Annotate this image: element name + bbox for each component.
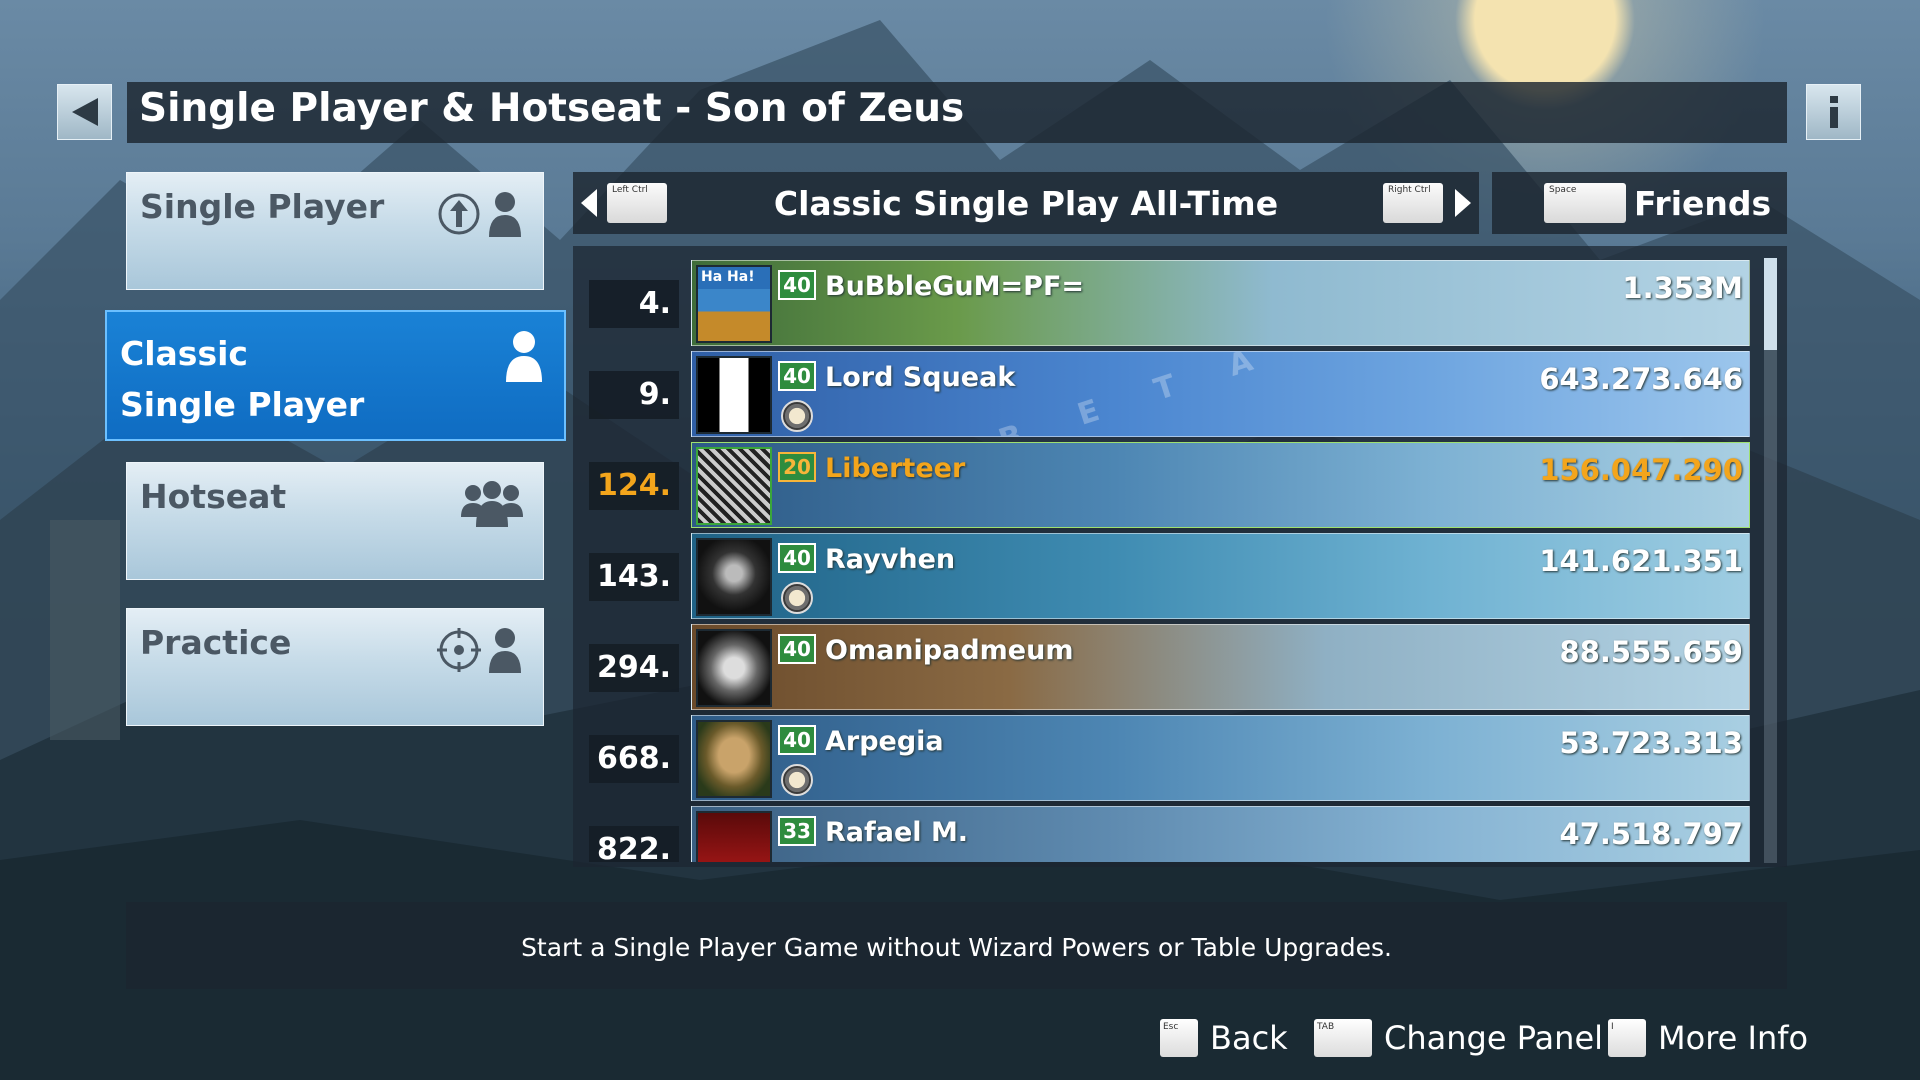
- level-badge: 40: [778, 270, 816, 300]
- leaderboard-row[interactable]: 822. 33 Rafael M. 47.518.797: [589, 806, 1750, 862]
- mode-description: Start a Single Player Game without Wizar…: [521, 933, 1392, 962]
- player-icon: [489, 628, 521, 673]
- menu-item-label-line1: Classic: [120, 334, 248, 373]
- level-badge: 20: [778, 452, 816, 482]
- row-entry: 40 Lord Squeak BETA 643.273.646: [691, 351, 1750, 437]
- leaderboard-row[interactable]: 668. 40 Arpegia 53.723.313: [589, 715, 1750, 801]
- menu-item-label: Classic Single Player: [120, 328, 364, 430]
- leaderboard-scrollbar[interactable]: [1764, 258, 1777, 863]
- leaderboard-header: Left Ctrl Classic Single Play All-Time R…: [573, 172, 1479, 234]
- player-name: Lord Squeak: [825, 362, 1016, 393]
- rank: 668.: [589, 735, 679, 783]
- friends-toggle[interactable]: Space Friends: [1492, 172, 1787, 234]
- page-title: Single Player & Hotseat - Son of Zeus: [139, 86, 965, 131]
- menu-item-classic-single-player[interactable]: Classic Single Player: [105, 310, 566, 441]
- space-key: Space: [1544, 183, 1626, 223]
- target-icon: [437, 628, 481, 672]
- chevron-right-icon[interactable]: [1455, 189, 1471, 217]
- row-entry: 20 Liberteer 156.047.290: [691, 442, 1750, 528]
- more-info-hint-label: More Info: [1658, 1019, 1809, 1057]
- menu-item-practice[interactable]: Practice: [126, 608, 544, 726]
- level-badge: 40: [778, 725, 816, 755]
- player-name: Rafael M.: [825, 817, 969, 848]
- row-entry: Ha Ha! 40 BuBbleGuM=PF= 1.353M: [691, 260, 1750, 346]
- leaderboard-row[interactable]: 9. 40 Lord Squeak BETA 643.273.646: [589, 351, 1750, 437]
- player-icon: [506, 331, 542, 382]
- clock-icon: [781, 582, 813, 614]
- leaderboard-row[interactable]: 294. 40 Omanipadmeum 88.555.659: [589, 624, 1750, 710]
- back-hint-label: Back: [1210, 1019, 1288, 1057]
- player-score: 53.723.313: [1559, 726, 1743, 760]
- menu-item-hotseat[interactable]: Hotseat: [126, 462, 544, 580]
- avatar: [696, 356, 772, 434]
- back-button[interactable]: [57, 84, 112, 140]
- rank: 124.: [589, 462, 679, 510]
- player-name: Arpegia: [825, 726, 944, 757]
- beta-banner: BETA: [994, 351, 1315, 437]
- description-bar: Start a Single Player Game without Wizar…: [126, 902, 1787, 989]
- level-badge: 40: [778, 361, 816, 391]
- row-entry: 33 Rafael M. 47.518.797: [691, 806, 1750, 862]
- menu-item-label-line2: Single Player: [120, 385, 365, 424]
- leaderboard-row-self[interactable]: 124. 20 Liberteer 156.047.290: [589, 442, 1750, 528]
- player-icon: [489, 192, 521, 237]
- row-entry: 40 Rayvhen 141.621.351: [691, 533, 1750, 619]
- avatar: [696, 629, 772, 707]
- avatar: [696, 720, 772, 798]
- scrollbar-thumb[interactable]: [1764, 258, 1777, 350]
- tab-key: TAB: [1314, 1019, 1372, 1057]
- menu-item-label: Single Player: [140, 187, 385, 226]
- menu-item-label: Practice: [140, 623, 292, 662]
- clock-icon: [781, 400, 813, 432]
- leaderboard-row[interactable]: 4. Ha Ha! 40 BuBbleGuM=PF= 1.353M: [589, 260, 1750, 346]
- info-button[interactable]: [1806, 84, 1861, 140]
- upgrade-icon: [438, 193, 480, 235]
- player-name: Rayvhen: [825, 544, 956, 575]
- rank: 143.: [589, 553, 679, 601]
- leaderboard-row-clip: 822. 33 Rafael M. 47.518.797: [589, 806, 1750, 862]
- change-panel-hint[interactable]: TAB Change Panel: [1314, 1019, 1603, 1057]
- avatar: [696, 811, 772, 862]
- right-ctrl-key: Right Ctrl: [1383, 183, 1443, 223]
- player-score: 47.518.797: [1559, 817, 1743, 851]
- clock-icon: [781, 764, 813, 796]
- i-key: I: [1608, 1019, 1646, 1057]
- leaderboard-title: Classic Single Play All-Time: [773, 184, 1279, 223]
- group-icon: [461, 481, 523, 527]
- back-hint[interactable]: Esc Back: [1160, 1019, 1288, 1057]
- level-badge: 33: [778, 816, 816, 846]
- rank: 4.: [589, 280, 679, 328]
- player-name: BuBbleGuM=PF=: [825, 271, 1085, 302]
- friends-label: Friends: [1634, 184, 1772, 223]
- avatar: [696, 447, 772, 525]
- player-score: 643.273.646: [1539, 362, 1743, 396]
- menu-item-label: Hotseat: [140, 477, 287, 516]
- player-score: 88.555.659: [1559, 635, 1743, 669]
- player-name: Liberteer: [825, 453, 966, 484]
- info-icon: [1829, 96, 1838, 128]
- level-badge: 40: [778, 634, 816, 664]
- change-panel-hint-label: Change Panel: [1384, 1019, 1604, 1057]
- leaderboard-row[interactable]: 143. 40 Rayvhen 141.621.351: [589, 533, 1750, 619]
- player-score: 156.047.290: [1539, 453, 1743, 487]
- back-arrow-icon: [71, 98, 98, 126]
- avatar: Ha Ha!: [696, 265, 772, 343]
- level-badge: 40: [778, 543, 816, 573]
- rank: 9.: [589, 371, 679, 419]
- avatar: [696, 538, 772, 616]
- rank: 822.: [589, 826, 679, 862]
- row-entry: 40 Arpegia 53.723.313: [691, 715, 1750, 801]
- esc-key: Esc: [1160, 1019, 1198, 1057]
- row-entry: 40 Omanipadmeum 88.555.659: [691, 624, 1750, 710]
- player-score: 1.353M: [1622, 271, 1743, 305]
- rank: 294.: [589, 644, 679, 692]
- avatar-caption: Ha Ha!: [701, 269, 755, 285]
- menu-item-single-player[interactable]: Single Player: [126, 172, 544, 290]
- player-name: Omanipadmeum: [825, 635, 1074, 666]
- player-score: 141.621.351: [1539, 544, 1743, 578]
- more-info-hint[interactable]: I More Info: [1608, 1019, 1808, 1057]
